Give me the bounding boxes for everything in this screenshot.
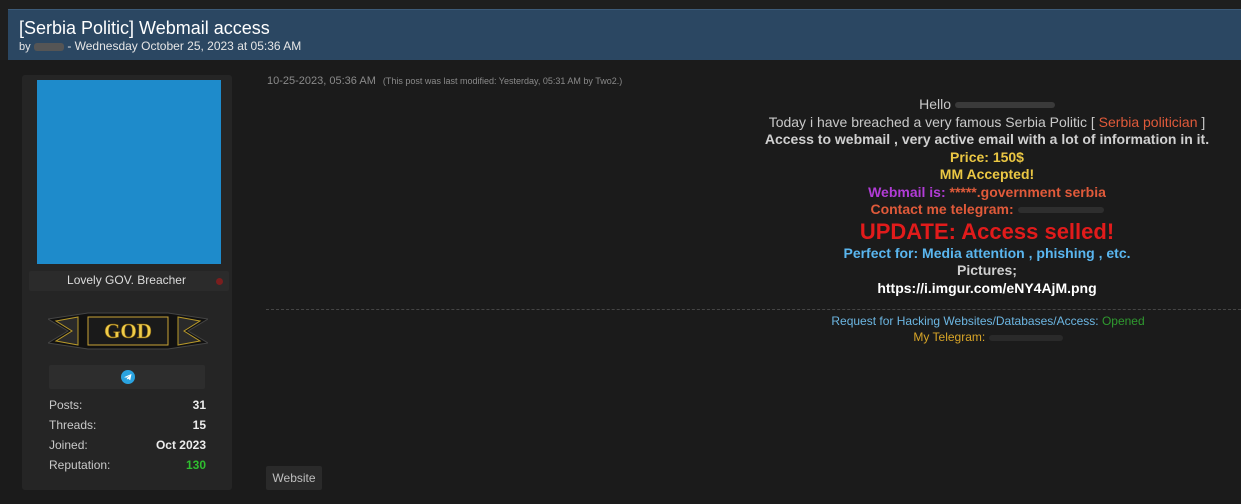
thread-author-prefix: by bbox=[19, 41, 31, 53]
post-line-webmail: Webmail is: *****.government serbia bbox=[740, 184, 1234, 202]
stat-value[interactable]: 31 bbox=[193, 398, 206, 412]
thread-header: [Serbia Politic] Webmail access by - Wed… bbox=[8, 9, 1241, 60]
redacted-telegram-handle bbox=[988, 334, 1063, 341]
user-stats: Posts: 31 Threads: 15 Joined: Oct 2023 R… bbox=[49, 398, 206, 478]
post-timestamp[interactable]: 10-25-2023, 05:36 AM bbox=[267, 75, 376, 87]
post-line-price: Price: 150$ bbox=[950, 148, 1024, 165]
user-panel: Lovely GOV. Breacher GOD Posts: 31 Threa… bbox=[22, 75, 232, 490]
webmail-value: *****.government serbia bbox=[949, 183, 1106, 200]
post-line-perfect: Perfect for: Media attention , phishing … bbox=[843, 244, 1131, 261]
stat-label: Joined: bbox=[49, 438, 88, 452]
stat-value[interactable]: 15 bbox=[193, 418, 206, 432]
thread-date: - Wednesday October 25, 2023 at 05:36 AM bbox=[67, 39, 302, 53]
contact-label: Contact me telegram: bbox=[870, 201, 1014, 217]
website-button[interactable]: Website bbox=[266, 466, 322, 490]
stat-threads: Threads: 15 bbox=[49, 418, 206, 438]
breach-prefix: Today i have breached a very famous Serb… bbox=[768, 113, 1095, 130]
rank-badge-text: GOD bbox=[104, 319, 152, 343]
post-line-breach: Today i have breached a very famous Serb… bbox=[740, 114, 1234, 132]
contact-bar bbox=[49, 365, 205, 389]
webmail-label: Webmail is: bbox=[868, 183, 946, 200]
stat-label: Threads: bbox=[49, 418, 97, 432]
post-line-mm: MM Accepted! bbox=[939, 166, 1035, 182]
telegram-icon[interactable] bbox=[121, 370, 135, 384]
signature-line-telegram: My Telegram: bbox=[760, 329, 1216, 345]
signature-line-request: Request for Hacking Websites/Databases/A… bbox=[760, 313, 1216, 329]
post-line-contact: Contact me telegram: bbox=[740, 201, 1234, 219]
status-dot bbox=[216, 278, 223, 285]
username[interactable]: Lovely GOV. Breacher bbox=[29, 273, 224, 287]
signature-divider bbox=[266, 309, 1241, 310]
stat-posts: Posts: 31 bbox=[49, 398, 206, 418]
hello-text: Hello bbox=[919, 96, 951, 112]
breach-suffix: ] bbox=[1201, 113, 1206, 130]
stat-value[interactable]: 130 bbox=[186, 458, 206, 472]
avatar[interactable] bbox=[37, 80, 221, 264]
stat-label: Posts: bbox=[49, 398, 83, 412]
stat-reputation: Reputation: 130 bbox=[49, 458, 206, 478]
redacted-name bbox=[954, 102, 1055, 109]
request-status: Opened bbox=[1101, 314, 1145, 328]
stat-joined: Joined: Oct 2023 bbox=[49, 438, 206, 458]
post-body: Hello Today i have breached a very famou… bbox=[740, 96, 1234, 297]
post-line-hello: Hello bbox=[740, 96, 1234, 114]
post-line-access: Access to webmail , very active email wi… bbox=[764, 131, 1210, 147]
post-line-pictures: Pictures; bbox=[957, 262, 1017, 278]
serbia-politician-link[interactable]: Serbia politician bbox=[1099, 114, 1198, 130]
stat-label: Reputation: bbox=[49, 458, 111, 472]
thread-meta: by - Wednesday October 25, 2023 at 05:36… bbox=[19, 39, 301, 53]
post-line-update: UPDATE: Access selled! bbox=[859, 218, 1115, 244]
redacted-author[interactable] bbox=[33, 42, 64, 51]
request-label: Request for Hacking Websites/Databases/A… bbox=[831, 314, 1099, 328]
stat-value: Oct 2023 bbox=[155, 438, 206, 452]
redacted-telegram bbox=[1017, 207, 1104, 214]
post-modified-note: (This post was last modified: Yesterday,… bbox=[382, 76, 623, 86]
picture-link[interactable]: https://i.imgur.com/eNY4AjM.png bbox=[740, 280, 1234, 298]
telegram-label: My Telegram: bbox=[913, 330, 986, 344]
rank-badge: GOD bbox=[48, 312, 208, 350]
username-row: Lovely GOV. Breacher bbox=[29, 271, 229, 291]
post-date: 10-25-2023, 05:36 AM (This post was last… bbox=[267, 75, 622, 87]
signature: Request for Hacking Websites/Databases/A… bbox=[760, 313, 1216, 345]
thread-title: [Serbia Politic] Webmail access bbox=[19, 18, 270, 38]
